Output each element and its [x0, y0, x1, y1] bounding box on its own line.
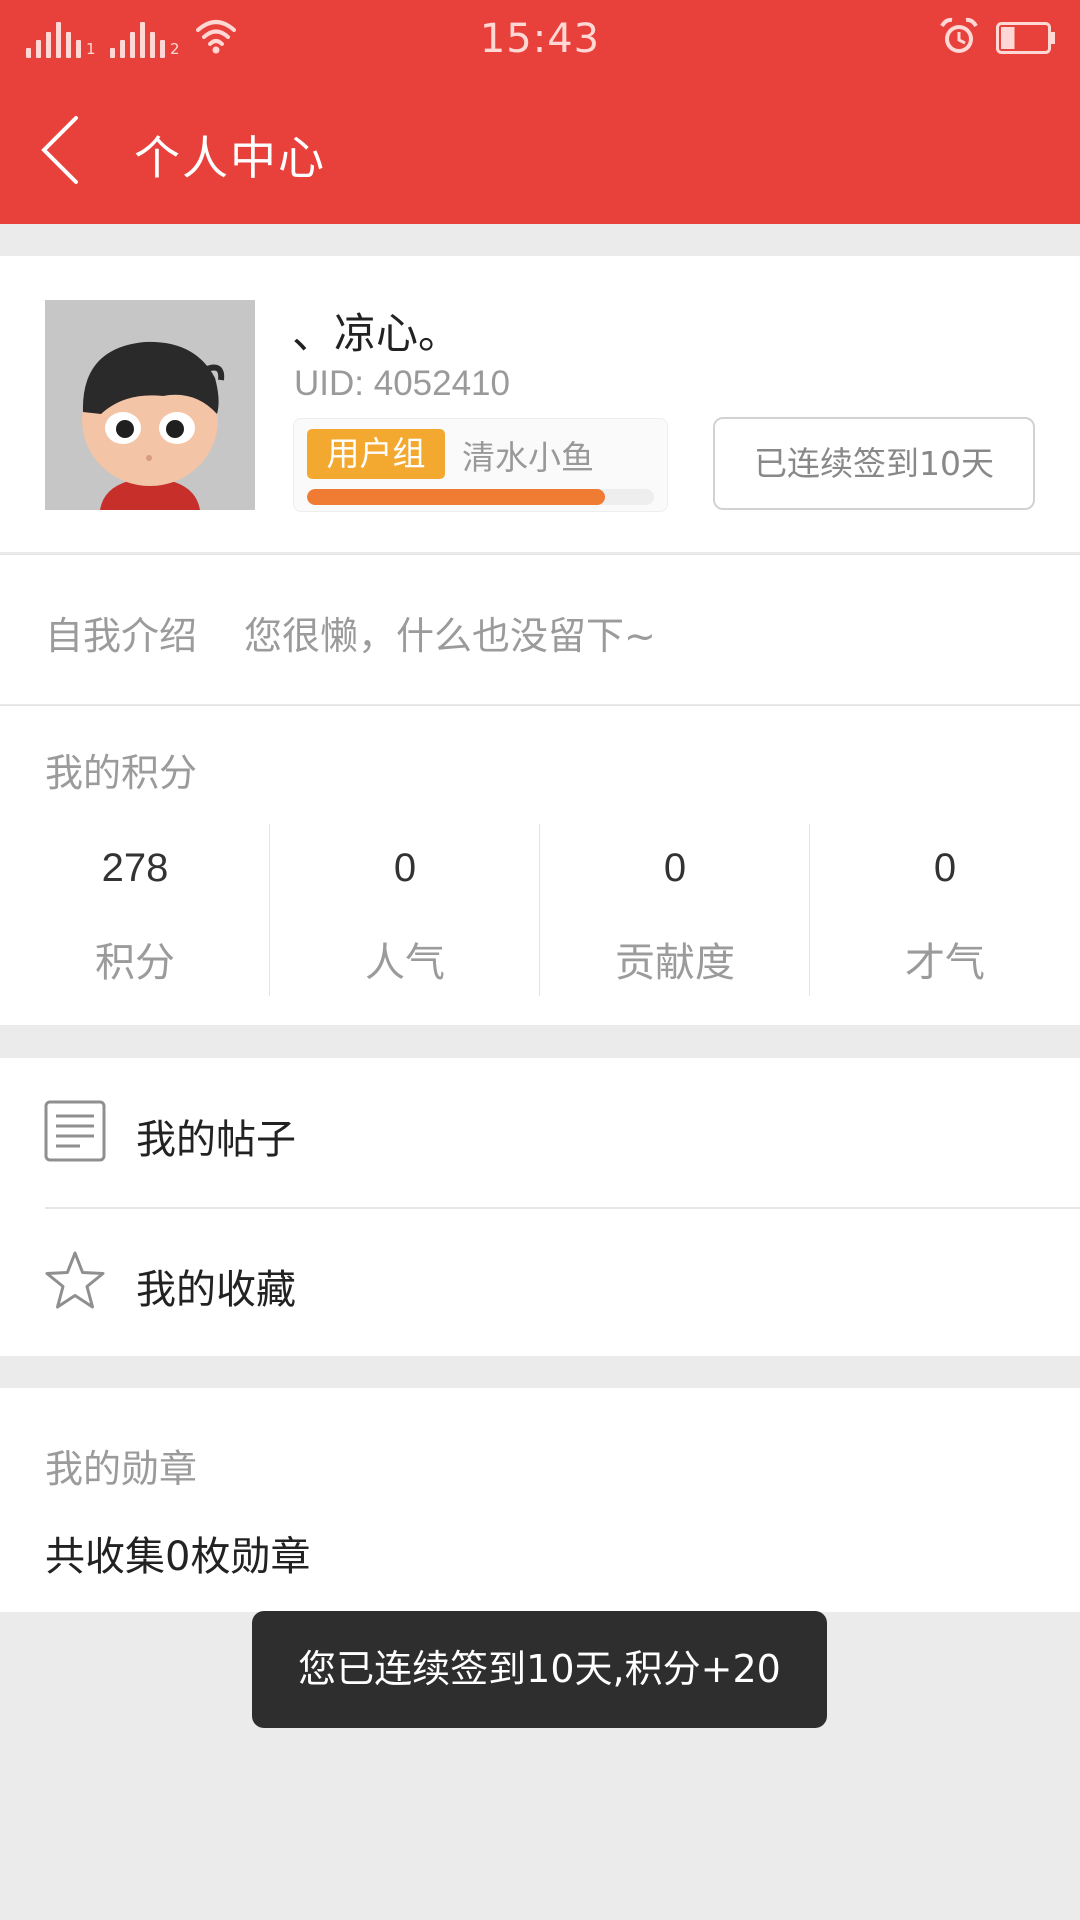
stat-value: 278 [101, 846, 169, 890]
battery-icon [996, 22, 1055, 54]
level-progress-bar [307, 489, 654, 505]
self-intro-row[interactable]: 自我介绍 您很懒，什么也没留下~ [0, 554, 1080, 704]
star-icon [45, 1251, 105, 1309]
menu-item-label: 我的帖子 [136, 1117, 296, 1163]
stat-label: 积分 [95, 940, 175, 986]
user-group-badge: 用户组 [307, 429, 445, 479]
back-button[interactable] [36, 112, 86, 188]
medals-title: 我的勋章 [45, 1447, 198, 1491]
stat-value: 0 [663, 846, 687, 890]
points-section: 我的积分 278 积分 0 人气 0 贡献度 0 才气 [0, 705, 1080, 1025]
stat-label: 贡献度 [615, 940, 735, 986]
status-time: 15:43 [479, 16, 601, 62]
stat-popularity[interactable]: 0 人气 [270, 824, 540, 996]
stat-label: 才气 [905, 940, 985, 986]
status-bar: 1 2 15:43 [0, 0, 1080, 80]
avatar-illustration [45, 300, 255, 510]
user-id: UID: 4052410 [294, 364, 510, 403]
alarm-icon [940, 17, 978, 53]
menu-item-my-favorites[interactable]: 我的收藏 [0, 1208, 1080, 1358]
medals-section[interactable]: 我的勋章 共收集0枚勋章 [0, 1388, 1080, 1612]
stat-talent[interactable]: 0 才气 [810, 824, 1080, 996]
user-group-name: 清水小鱼 [462, 438, 594, 477]
level-progress-fill [307, 489, 606, 505]
username: 、凉心。 [292, 309, 461, 358]
checkin-button[interactable]: 已连续签到10天 [713, 417, 1035, 510]
menu-item-my-posts[interactable]: 我的帖子 [0, 1058, 1080, 1209]
profile-card: 、凉心。 UID: 4052410 用户组 清水小鱼 已连续签到10天 [0, 256, 1080, 552]
self-intro-label: 自我介绍 [45, 614, 198, 658]
self-intro-text: 您很懒，什么也没留下~ [244, 614, 656, 658]
document-icon [44, 1100, 106, 1162]
app-header: 1 2 15:43 个人中心 [0, 0, 1080, 224]
points-title: 我的积分 [45, 751, 198, 795]
page-title: 个人中心 [134, 131, 326, 185]
menu-item-label: 我的收藏 [136, 1267, 296, 1313]
stat-label: 人气 [365, 940, 445, 986]
user-group-card: 用户组 清水小鱼 [293, 418, 668, 512]
medals-count-text: 共收集0枚勋章 [45, 1534, 311, 1580]
menu-list: 我的帖子 我的收藏 [0, 1058, 1080, 1356]
stat-value: 0 [933, 846, 957, 890]
stat-value: 0 [393, 846, 417, 890]
stat-contribution[interactable]: 0 贡献度 [540, 824, 810, 996]
stat-points[interactable]: 278 积分 [0, 824, 270, 996]
chevron-left-icon [41, 116, 78, 184]
toast-message: 您已连续签到10天,积分+20 [252, 1611, 827, 1728]
avatar[interactable] [45, 300, 255, 510]
